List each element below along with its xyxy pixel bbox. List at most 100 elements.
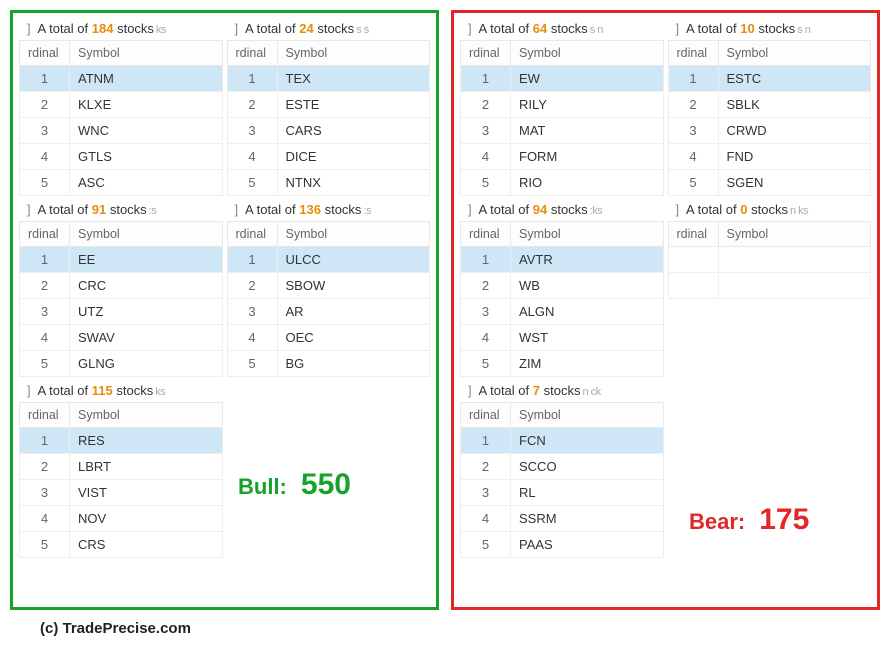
table-row[interactable]: 5RIO: [461, 170, 664, 196]
table-row[interactable]: 4SWAV: [20, 325, 223, 351]
col-symbol[interactable]: Symbol: [70, 41, 223, 66]
table-row[interactable]: 2ESTE: [227, 92, 430, 118]
bull-card-0: ] A total of 184 stocksks rdinal Symbol …: [19, 17, 223, 196]
bear-card-3: ] A total of 10 stockss n rdinal Symbol …: [668, 17, 872, 196]
table-row[interactable]: 4NOV: [20, 506, 223, 532]
table-row[interactable]: 2RILY: [461, 92, 664, 118]
bear-card-2: ] A total of 7 stocksn ck rdinal Symbol …: [460, 379, 664, 558]
table-row[interactable]: 3AR: [227, 299, 430, 325]
table-row[interactable]: 4SSRM: [461, 506, 664, 532]
table-row[interactable]: 1TEX: [227, 66, 430, 92]
stock-table: rdinal Symbol 1ULCC 2SBOW 3AR 4OEC 5BG: [227, 221, 431, 377]
table-row[interactable]: 4GTLS: [20, 144, 223, 170]
table-row[interactable]: 5PAAS: [461, 532, 664, 558]
table-row[interactable]: 5SGEN: [668, 170, 871, 196]
table-row[interactable]: 5GLNG: [20, 351, 223, 377]
bull-label: Bull:: [238, 474, 287, 500]
total-line: ] A total of 10 stockss n: [668, 17, 872, 40]
col-symbol[interactable]: Symbol: [718, 41, 871, 66]
col-ordinal[interactable]: rdinal: [668, 41, 718, 66]
col-symbol[interactable]: Symbol: [718, 222, 871, 247]
table-row[interactable]: 5ZIM: [461, 351, 664, 377]
bull-card-4: ] A total of 136 stocks:s rdinal Symbol …: [227, 198, 431, 377]
table-row[interactable]: 1RES: [20, 428, 223, 454]
stock-table: rdinal Symbol: [668, 221, 872, 299]
table-row[interactable]: 2SCCO: [461, 454, 664, 480]
bull-total: 550: [301, 468, 351, 502]
col-symbol[interactable]: Symbol: [511, 41, 664, 66]
table-row[interactable]: 2SBLK: [668, 92, 871, 118]
table-row[interactable]: 4DICE: [227, 144, 430, 170]
stock-table: rdinal Symbol 1FCN 2SCCO 3RL 4SSRM 5PAAS: [460, 402, 664, 558]
table-row[interactable]: 3CRWD: [668, 118, 871, 144]
table-row[interactable]: 2KLXE: [20, 92, 223, 118]
stock-table: rdinal Symbol 1EW 2RILY 3MAT 4FORM 5RIO: [460, 40, 664, 196]
stock-table: rdinal Symbol 1AVTR 2WB 3ALGN 4WST 5ZIM: [460, 221, 664, 377]
table-row[interactable]: 5ASC: [20, 170, 223, 196]
total-line: ] A total of 94 stocks:ks: [460, 198, 664, 221]
bear-card-0: ] A total of 64 stockss n rdinal Symbol …: [460, 17, 664, 196]
col-ordinal[interactable]: rdinal: [20, 41, 70, 66]
table-row[interactable]: 2CRC: [20, 273, 223, 299]
table-row[interactable]: 1EW: [461, 66, 664, 92]
col-ordinal[interactable]: rdinal: [461, 222, 511, 247]
col-symbol[interactable]: Symbol: [277, 41, 430, 66]
col-symbol[interactable]: Symbol: [70, 222, 223, 247]
table-row[interactable]: 3RL: [461, 480, 664, 506]
total-line: ] A total of 7 stocksn ck: [460, 379, 664, 402]
footer-copyright: (c) TradePrecise.com: [40, 620, 880, 637]
table-row[interactable]: 4OEC: [227, 325, 430, 351]
table-row[interactable]: 1ATNM: [20, 66, 223, 92]
total-line: ] A total of 0 stocksn ks: [668, 198, 872, 221]
table-row[interactable]: 4WST: [461, 325, 664, 351]
table-row[interactable]: 3VIST: [20, 480, 223, 506]
bear-card-4: ] A total of 0 stocksn ks rdinal Symbol: [668, 198, 872, 299]
table-row[interactable]: 1FCN: [461, 428, 664, 454]
table-row[interactable]: 4FORM: [461, 144, 664, 170]
col-ordinal[interactable]: rdinal: [227, 41, 277, 66]
col-symbol[interactable]: Symbol: [70, 403, 223, 428]
total-line: ] A total of 24 stockss s: [227, 17, 431, 40]
table-row[interactable]: 5BG: [227, 351, 430, 377]
col-symbol[interactable]: Symbol: [511, 403, 664, 428]
table-row[interactable]: [668, 247, 871, 273]
stock-table: rdinal Symbol 1EE 2CRC 3UTZ 4SWAV 5GLNG: [19, 221, 223, 377]
col-ordinal[interactable]: rdinal: [461, 403, 511, 428]
table-row[interactable]: 2WB: [461, 273, 664, 299]
table-row[interactable]: 2SBOW: [227, 273, 430, 299]
col-ordinal[interactable]: rdinal: [668, 222, 718, 247]
col-ordinal[interactable]: rdinal: [20, 222, 70, 247]
bull-card-2: ] A total of 115 stocksks rdinal Symbol …: [19, 379, 223, 558]
table-row[interactable]: 5CRS: [20, 532, 223, 558]
col-ordinal[interactable]: rdinal: [20, 403, 70, 428]
col-ordinal[interactable]: rdinal: [227, 222, 277, 247]
table-row[interactable]: 1ESTC: [668, 66, 871, 92]
table-row[interactable]: 3WNC: [20, 118, 223, 144]
stock-table: rdinal Symbol 1ATNM 2KLXE 3WNC 4GTLS 5AS…: [19, 40, 223, 196]
table-row[interactable]: 3ALGN: [461, 299, 664, 325]
col-ordinal[interactable]: rdinal: [461, 41, 511, 66]
table-row[interactable]: 1AVTR: [461, 247, 664, 273]
table-row[interactable]: 1ULCC: [227, 247, 430, 273]
bear-col-right: ] A total of 10 stockss n rdinal Symbol …: [666, 17, 874, 558]
col-symbol[interactable]: Symbol: [511, 222, 664, 247]
bear-panel: ] A total of 64 stockss n rdinal Symbol …: [451, 10, 880, 610]
table-row[interactable]: 3UTZ: [20, 299, 223, 325]
table-row[interactable]: 4FND: [668, 144, 871, 170]
bull-summary: Bull: 550: [238, 468, 351, 502]
table-row[interactable]: 3MAT: [461, 118, 664, 144]
bear-summary: Bear: 175: [689, 503, 809, 537]
table-row[interactable]: 5NTNX: [227, 170, 430, 196]
table-row[interactable]: 2LBRT: [20, 454, 223, 480]
bull-card-3: ] A total of 24 stockss s rdinal Symbol …: [227, 17, 431, 196]
table-row[interactable]: [668, 273, 871, 299]
table-row[interactable]: 1EE: [20, 247, 223, 273]
bull-col-left: ] A total of 184 stocksks rdinal Symbol …: [17, 17, 225, 558]
col-symbol[interactable]: Symbol: [277, 222, 430, 247]
bull-card-1: ] A total of 91 stocks:s rdinal Symbol 1…: [19, 198, 223, 377]
table-row[interactable]: 3CARS: [227, 118, 430, 144]
bear-label: Bear:: [689, 509, 745, 535]
stock-table: rdinal Symbol 1ESTC 2SBLK 3CRWD 4FND 5SG…: [668, 40, 872, 196]
total-line: ] A total of 115 stocksks: [19, 379, 223, 402]
bear-card-1: ] A total of 94 stocks:ks rdinal Symbol …: [460, 198, 664, 377]
